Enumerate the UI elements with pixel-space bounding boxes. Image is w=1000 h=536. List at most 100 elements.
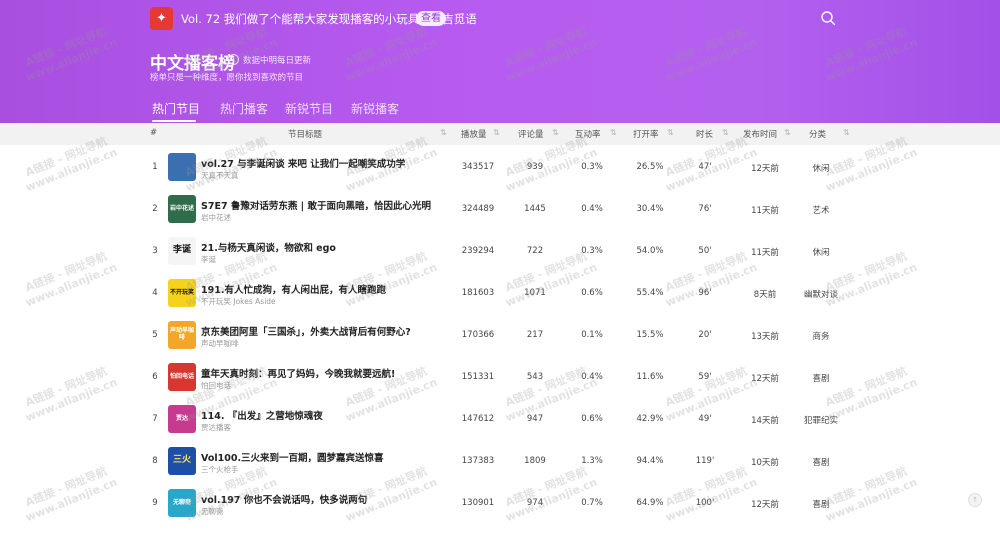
row-rank: 4	[152, 288, 158, 298]
interaction-value: 1.3%	[581, 456, 603, 466]
col-plays[interactable]: 播放量	[461, 128, 487, 140]
cover-label: 李诞	[172, 245, 191, 256]
category-value[interactable]: 艺术	[796, 204, 846, 216]
table-row[interactable]: 4 不开玩笑 191.有人忙成狗，有人闲出屁，有人瞎跑跑 不开玩笑 Jokes …	[0, 272, 1000, 314]
category-value[interactable]: 喜剧	[796, 456, 846, 468]
episode-title[interactable]: 童年天真时刻：再见了妈妈，今晚我就要远航!	[201, 366, 395, 380]
tab-new-episodes[interactable]: 新锐节目	[285, 100, 333, 117]
podcast-name[interactable]: 贾达播客	[201, 422, 231, 433]
tab-new-podcasts[interactable]: 新锐播客	[351, 100, 399, 117]
cover-image[interactable]: 无聊斋	[168, 489, 196, 517]
row-rank: 2	[152, 204, 158, 214]
row-rank: 9	[152, 498, 158, 508]
cover-image[interactable]: 不开玩笑	[168, 279, 196, 307]
podcast-name[interactable]: 岩中花述	[201, 212, 231, 223]
cover-label: 无聊斋	[172, 498, 191, 506]
app-logo[interactable]: ✦	[150, 7, 173, 30]
episode-title[interactable]: Vol100.三火来到一百期，圆梦嘉宾送惊喜	[201, 450, 384, 464]
table-row[interactable]: 1 vol.27 与李诞闲谈 来吧 让我们一起嘲笑成功学 天真不天真 34351…	[0, 146, 1000, 188]
duration-value: 59'	[698, 372, 712, 382]
episode-title[interactable]: 京东美团阿里「三国杀」，外卖大战背后有何野心?	[201, 324, 411, 338]
interaction-value: 0.4%	[581, 204, 603, 214]
cover-image[interactable]: 贾达	[168, 405, 196, 433]
episode-title[interactable]: vol.197 你也不会说话吗，快多说两句	[201, 492, 367, 506]
sort-open-rate-icon[interactable]: ⇅	[667, 128, 674, 137]
cover-image[interactable]	[168, 153, 196, 181]
episode-title[interactable]: 21.与杨天真闲谈，物欲和 ego	[201, 240, 336, 254]
col-published[interactable]: 发布时间	[743, 128, 777, 140]
col-rank: #	[150, 128, 158, 138]
cover-label: 岩中花述	[169, 204, 194, 212]
sort-interaction-icon[interactable]: ⇅	[610, 128, 617, 137]
cover-image[interactable]: 声动早咖啡	[168, 321, 196, 349]
category-value[interactable]: 喜剧	[796, 372, 846, 384]
category-value[interactable]: 幽默对谈	[796, 288, 846, 300]
table-row[interactable]: 8 三火 Vol100.三火来到一百期，圆梦嘉宾送惊喜 三个火枪手 137383…	[0, 440, 1000, 482]
comments-value: 939	[526, 162, 544, 172]
comments-value: 217	[526, 330, 544, 340]
category-value[interactable]: 喜剧	[796, 498, 846, 510]
published-value: 12天前	[751, 374, 779, 384]
view-button[interactable]: 查看	[416, 11, 446, 26]
sort-category-icon[interactable]: ⇅	[843, 128, 850, 137]
table-row[interactable]: 9 无聊斋 vol.197 你也不会说话吗，快多说两句 无聊斋 130901 9…	[0, 482, 1000, 524]
table-row[interactable]: 6 怕回电话 童年天真时刻：再见了妈妈，今晚我就要远航! 怕回电话 151331…	[0, 356, 1000, 398]
duration-value: 50'	[698, 246, 712, 256]
tab-hot-podcasts[interactable]: 热门播客	[220, 100, 268, 117]
active-tab-indicator	[152, 120, 196, 122]
cover-image[interactable]: 怕回电话	[168, 363, 196, 391]
open-rate-value: 64.9%	[636, 498, 664, 508]
podcast-name[interactable]: 李诞	[201, 254, 216, 265]
plays-value: 151331	[461, 372, 495, 382]
comments-value: 1071	[524, 288, 546, 298]
row-rank: 6	[152, 372, 158, 382]
row-rank: 5	[152, 330, 158, 340]
episode-title[interactable]: vol.27 与李诞闲谈 来吧 让我们一起嘲笑成功学	[201, 156, 405, 170]
episode-title[interactable]: 114. 『出发』之营地惊魂夜	[201, 408, 323, 422]
podcast-name[interactable]: 声动早咖啡	[201, 338, 239, 349]
table-row[interactable]: 5 声动早咖啡 京东美团阿里「三国杀」，外卖大战背后有何野心? 声动早咖啡 17…	[0, 314, 1000, 356]
cover-image[interactable]: 岩中花述	[168, 195, 196, 223]
sort-duration-icon[interactable]: ⇅	[722, 128, 729, 137]
sort-plays-icon[interactable]: ⇅	[493, 128, 500, 137]
open-rate-value: 94.4%	[636, 456, 664, 466]
podcast-name[interactable]: 无聊斋	[201, 506, 224, 517]
info-icon[interactable]: i	[228, 54, 239, 65]
row-rank: 8	[152, 456, 158, 466]
open-rate-value: 26.5%	[636, 162, 664, 172]
cover-label: 不开玩笑	[169, 288, 194, 296]
category-value[interactable]: 犯罪纪实	[796, 414, 846, 426]
cover-image[interactable]: 李诞	[168, 237, 196, 265]
update-note: 数据中明每日更新	[243, 56, 312, 66]
podcast-name[interactable]: 怕回电话	[201, 380, 231, 391]
topbar: ✦ Vol. 72 我们做了个能帮大家发现播客的小玩具 - 飘吉觅语 查看	[0, 0, 1000, 38]
table-row[interactable]: 7 贾达 114. 『出发』之营地惊魂夜 贾达播客 147612 947 0.6…	[0, 398, 1000, 440]
podcast-name[interactable]: 不开玩笑 Jokes Aside	[201, 296, 276, 307]
col-interaction[interactable]: 互动率	[575, 128, 601, 140]
cover-label: 三火	[172, 455, 191, 466]
search-icon[interactable]	[820, 10, 836, 26]
category-value[interactable]: 休闲	[796, 246, 846, 258]
back-to-top-button[interactable]: ↑	[968, 493, 982, 507]
sort-comments-icon[interactable]: ⇅	[552, 128, 559, 137]
published-value: 8天前	[753, 290, 777, 300]
plays-value: 137383	[461, 456, 495, 466]
category-value[interactable]: 休闲	[796, 162, 846, 174]
col-duration[interactable]: 时长	[696, 128, 713, 140]
sort-title-icon[interactable]: ⇅	[440, 128, 447, 137]
episode-title[interactable]: S7E7 鲁豫对话劳东燕 | 敢于面向黑暗，恰因此心光明	[201, 198, 431, 212]
tab-hot-episodes[interactable]: 热门节目	[152, 100, 200, 117]
category-value[interactable]: 商务	[796, 330, 846, 342]
duration-value: 47'	[698, 162, 712, 172]
col-open-rate[interactable]: 打开率	[633, 128, 659, 140]
interaction-value: 0.4%	[581, 372, 603, 382]
published-value: 12天前	[751, 500, 779, 510]
cover-image[interactable]: 三火	[168, 447, 196, 475]
table-row[interactable]: 3 李诞 21.与杨天真闲谈，物欲和 ego 李诞 239294 722 0.3…	[0, 230, 1000, 272]
episode-title[interactable]: 191.有人忙成狗，有人闲出屁，有人瞎跑跑	[201, 282, 386, 296]
table-row[interactable]: 2 岩中花述 S7E7 鲁豫对话劳东燕 | 敢于面向黑暗，恰因此心光明 岩中花述…	[0, 188, 1000, 230]
col-comments[interactable]: 评论量	[518, 128, 544, 140]
sort-published-icon[interactable]: ⇅	[784, 128, 791, 137]
podcast-name[interactable]: 三个火枪手	[201, 464, 239, 475]
podcast-name[interactable]: 天真不天真	[201, 170, 239, 181]
